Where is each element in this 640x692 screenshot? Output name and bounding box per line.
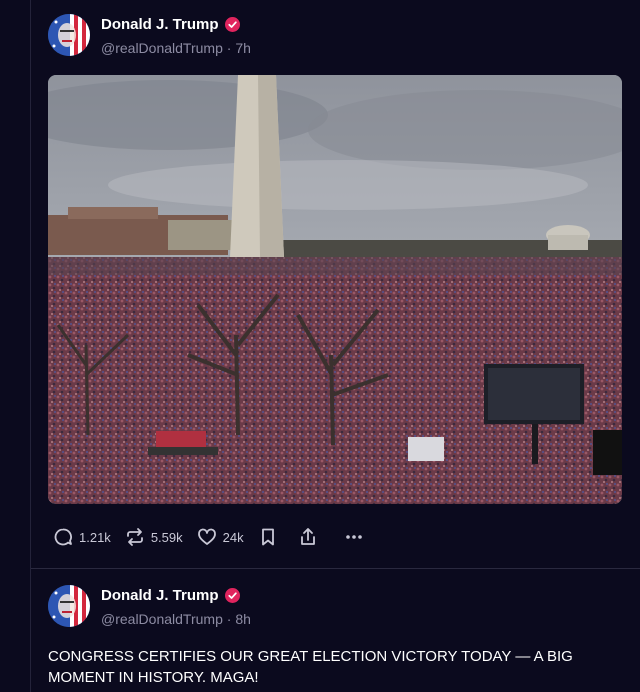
verified-badge-icon [224, 588, 240, 603]
verified-badge-icon [224, 17, 240, 32]
post-text: CONGRESS CERTIFIES OUR GREAT ELECTION VI… [48, 648, 573, 686]
author-row: Donald J. Trump [101, 16, 240, 33]
author-handle[interactable]: @realDonaldTrump [101, 611, 223, 627]
author-handle[interactable]: @realDonaldTrump [101, 40, 223, 56]
handle-row: @realDonaldTrump · 7h [101, 40, 251, 56]
author-row: Donald J. Trump [101, 587, 240, 604]
avatar[interactable] [48, 14, 90, 56]
feed: Donald J. Trump @realDonaldTrump · 7h 1.… [30, 0, 640, 692]
like-button[interactable]: 24k [197, 527, 244, 547]
avatar[interactable] [48, 585, 90, 627]
reply-icon [54, 528, 72, 546]
author-name[interactable]: Donald J. Trump [101, 587, 219, 604]
bookmark-button[interactable] [258, 527, 284, 547]
repost-count: 5.59k [150, 529, 183, 545]
post[interactable]: Donald J. Trump @realDonaldTrump · 8h CO… [31, 569, 640, 692]
post-time[interactable]: 7h [235, 40, 251, 56]
post-time[interactable]: 8h [235, 611, 251, 627]
reply-count: 1.21k [79, 529, 111, 545]
post[interactable]: Donald J. Trump @realDonaldTrump · 7h 1.… [31, 0, 640, 568]
action-bar: 1.21k 5.59k 24k [53, 524, 384, 550]
more-button[interactable] [344, 527, 370, 547]
repost-button[interactable]: 5.59k [125, 527, 183, 547]
repost-icon [126, 528, 143, 546]
share-icon [300, 528, 315, 545]
share-button[interactable] [298, 527, 324, 547]
author-name[interactable]: Donald J. Trump [101, 16, 219, 33]
like-icon [197, 528, 216, 545]
reply-button[interactable]: 1.21k [53, 527, 111, 547]
bookmark-icon [261, 528, 274, 546]
post-image[interactable] [48, 75, 622, 504]
crowd-photo [48, 75, 622, 504]
like-count: 24k [222, 529, 244, 545]
handle-row: @realDonaldTrump · 8h [101, 611, 251, 627]
more-icon [345, 535, 362, 539]
